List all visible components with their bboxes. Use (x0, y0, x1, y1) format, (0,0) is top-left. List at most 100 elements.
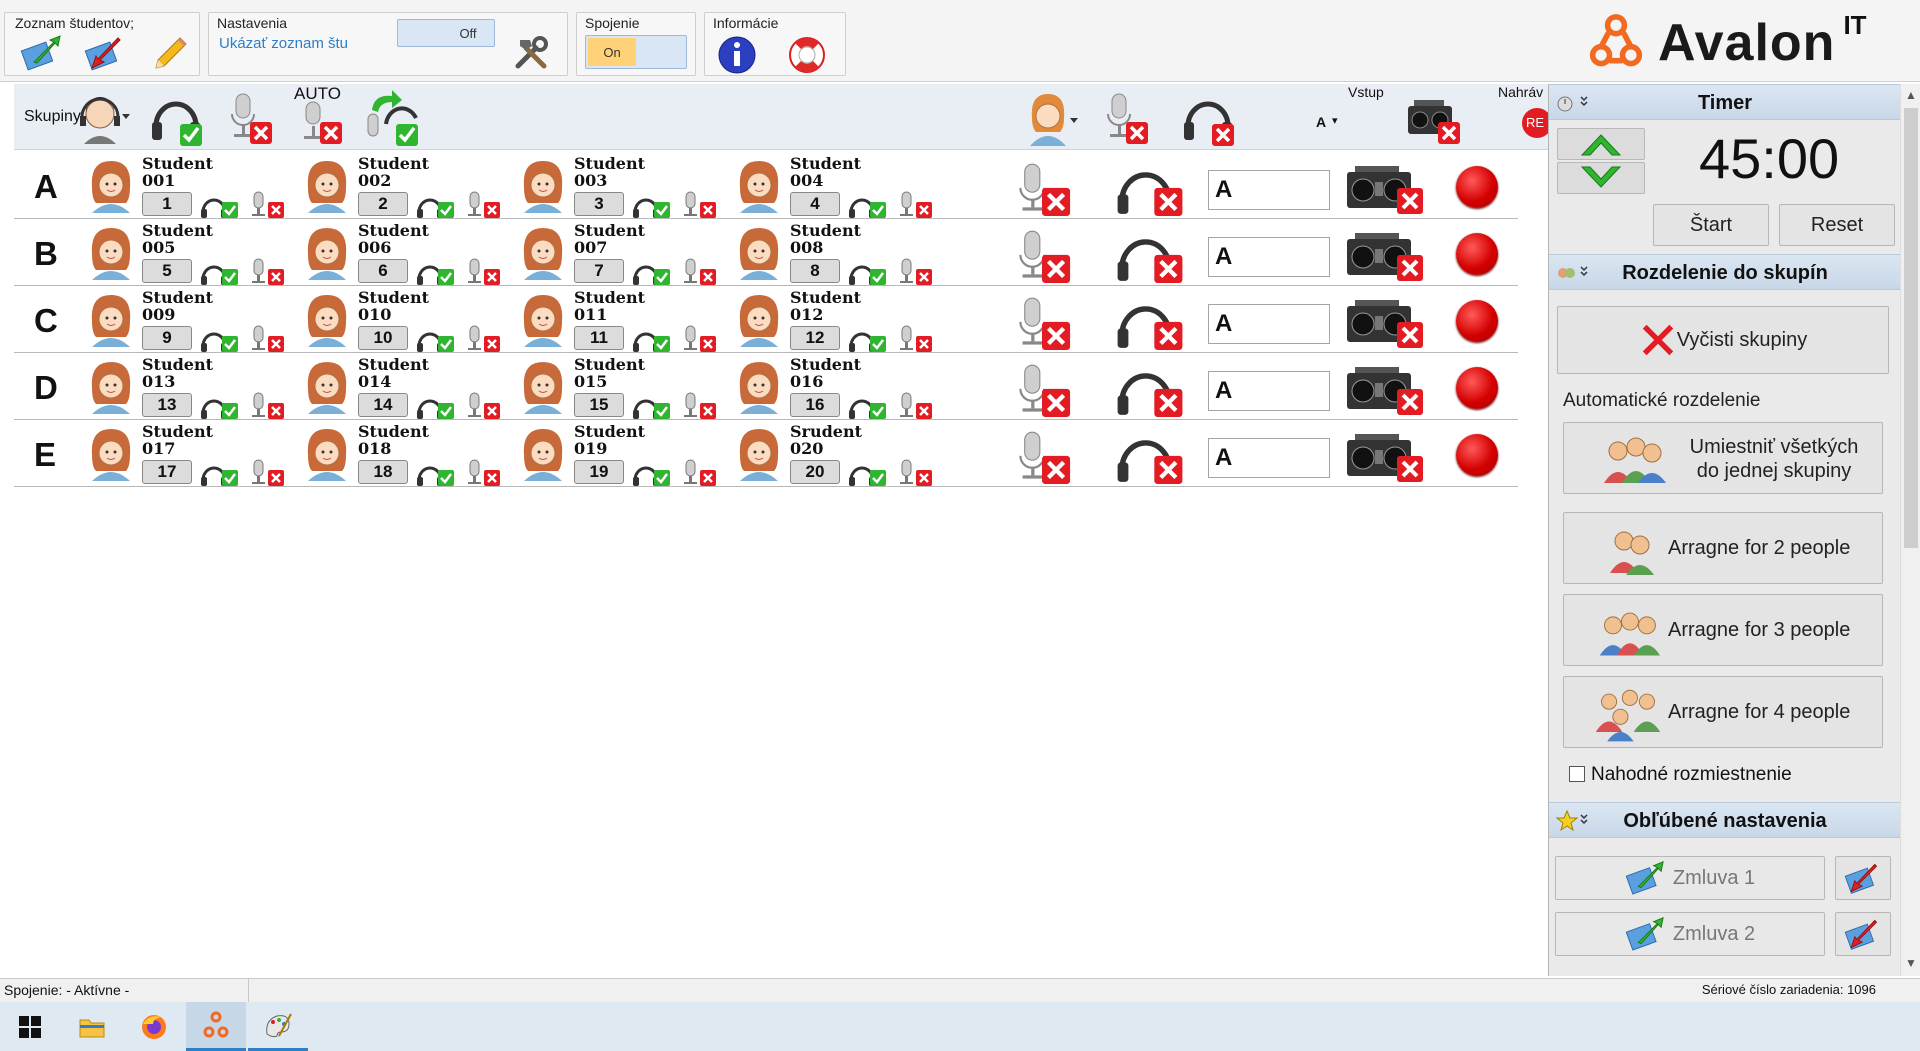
timer-reset-button[interactable]: Reset (1779, 204, 1895, 246)
student-avatar-icon[interactable] (304, 427, 350, 481)
arrange-2-button[interactable]: Arragne for 2 people (1563, 512, 1883, 584)
group-input-field[interactable]: A (1208, 438, 1330, 478)
group-record-button[interactable] (1456, 434, 1498, 476)
student-avatar-icon[interactable] (736, 226, 782, 280)
group-headphones-disabled-icon[interactable] (1112, 162, 1188, 216)
scroll-up-icon[interactable]: ▲ (1905, 88, 1917, 102)
call-forward-enabled-icon[interactable] (364, 88, 422, 146)
group-recorder-disabled-icon[interactable] (1344, 430, 1426, 484)
student-headphones-enabled-icon[interactable] (632, 391, 672, 419)
student-headphones-enabled-icon[interactable] (416, 190, 456, 218)
file-explorer-icon[interactable] (62, 1002, 122, 1051)
student-avatar-icon[interactable] (736, 360, 782, 414)
student-headphones-enabled-icon[interactable] (632, 324, 672, 352)
student-avatar-icon[interactable] (88, 226, 134, 280)
student-mic-disabled-icon[interactable] (894, 458, 934, 486)
windows-start-icon[interactable] (0, 1002, 60, 1051)
student-cell[interactable]: Student 010 10 (304, 289, 514, 352)
student-cell[interactable]: Student 007 7 (520, 222, 730, 285)
group-record-button[interactable] (1456, 233, 1498, 275)
export-list-icon[interactable] (83, 31, 127, 75)
student-headphones-enabled-icon[interactable] (416, 257, 456, 285)
student-cell[interactable]: Student 019 19 (520, 423, 730, 486)
lifebuoy-icon[interactable] (785, 31, 829, 75)
student-headphones-enabled-icon[interactable] (848, 257, 888, 285)
student-avatar-icon[interactable] (520, 226, 566, 280)
student-avatar-icon[interactable] (88, 360, 134, 414)
arrange-4-button[interactable]: Arragne for 4 people (1563, 676, 1883, 748)
paint-app-icon[interactable] (248, 1002, 308, 1051)
show-list-toggle[interactable]: Off (397, 19, 495, 47)
student-mic-disabled-icon[interactable] (246, 391, 286, 419)
pencil-icon[interactable] (147, 31, 191, 75)
group-headphones-disabled-icon[interactable] (1112, 296, 1188, 350)
student-avatar-icon[interactable] (88, 159, 134, 213)
student-mic-disabled-icon[interactable] (678, 324, 718, 352)
group-record-button[interactable] (1456, 300, 1498, 342)
connection-toggle[interactable]: On (585, 35, 687, 69)
student-cell[interactable]: Student 016 16 (736, 356, 946, 419)
group-recorder-disabled-icon[interactable] (1344, 363, 1426, 417)
student-avatar-icon[interactable] (304, 226, 350, 280)
student-mic-disabled-icon[interactable] (894, 324, 934, 352)
timer-start-button[interactable]: Štart (1653, 204, 1769, 246)
student-avatar-icon[interactable] (88, 293, 134, 347)
student-avatar-icon[interactable] (736, 293, 782, 347)
grouping-header[interactable]: Rozdelenie do skupín (1549, 254, 1901, 290)
student-headphones-enabled-icon[interactable] (200, 257, 240, 285)
favorite-save-button-2[interactable] (1835, 912, 1891, 956)
favorite-save-button-1[interactable] (1835, 856, 1891, 900)
arrange-3-button[interactable]: Arragne for 3 people (1563, 594, 1883, 666)
student-cell[interactable]: Student 006 6 (304, 222, 514, 285)
student-avatar-icon[interactable] (304, 360, 350, 414)
group-recorder-disabled-icon[interactable] (1344, 296, 1426, 350)
student-headphones-enabled-icon[interactable] (848, 391, 888, 419)
group-mic-disabled-icon[interactable] (1010, 296, 1074, 350)
student-headphones-enabled-icon[interactable] (200, 458, 240, 486)
student-headphones-disabled-icon[interactable] (1180, 88, 1238, 146)
group-record-button[interactable] (1456, 166, 1498, 208)
group-mic-disabled-icon[interactable] (1010, 229, 1074, 283)
group-record-button[interactable] (1456, 367, 1498, 409)
student-cell[interactable]: Student 008 8 (736, 222, 946, 285)
student-avatar-icon[interactable] (736, 427, 782, 481)
student-mic-disabled-icon[interactable] (894, 391, 934, 419)
student-headphones-enabled-icon[interactable] (416, 324, 456, 352)
microphone-disabled-icon[interactable] (222, 88, 280, 146)
student-microphone-disabled-icon[interactable] (1098, 88, 1156, 146)
group-mic-disabled-icon[interactable] (1010, 162, 1074, 216)
student-cell[interactable]: Student 003 3 (520, 155, 730, 218)
firefox-icon[interactable] (124, 1002, 184, 1051)
student-headphones-enabled-icon[interactable] (200, 324, 240, 352)
info-icon[interactable] (715, 31, 759, 75)
auto-microphone-disabled-icon[interactable] (292, 88, 350, 146)
student-cell[interactable]: Student 014 14 (304, 356, 514, 419)
student-mic-disabled-icon[interactable] (246, 324, 286, 352)
scroll-thumb[interactable] (1904, 108, 1918, 548)
student-avatar-icon[interactable] (520, 293, 566, 347)
student-headphones-enabled-icon[interactable] (848, 324, 888, 352)
panel-scrollbar[interactable]: ▲ ▼ (1900, 84, 1920, 976)
student-mic-disabled-icon[interactable] (246, 458, 286, 486)
student-mic-disabled-icon[interactable] (894, 190, 934, 218)
student-headphones-enabled-icon[interactable] (632, 257, 672, 285)
clear-groups-button[interactable]: Vyčisti skupiny (1557, 306, 1889, 374)
student-headphones-enabled-icon[interactable] (848, 190, 888, 218)
teacher-headset-dropdown-icon[interactable] (76, 88, 134, 146)
student-mic-disabled-icon[interactable] (678, 458, 718, 486)
student-cell[interactable]: Student 013 13 (88, 356, 298, 419)
student-headphones-enabled-icon[interactable] (200, 391, 240, 419)
import-list-icon[interactable] (19, 31, 63, 75)
student-avatar-icon[interactable] (520, 360, 566, 414)
student-mic-disabled-icon[interactable] (246, 257, 286, 285)
input-select-chevron-icon[interactable]: ▾ (1332, 114, 1338, 127)
student-avatar-icon[interactable] (520, 159, 566, 213)
student-cell[interactable]: Student 001 1 (88, 155, 298, 218)
timer-down-button[interactable] (1557, 162, 1645, 194)
student-cell[interactable]: Student 009 9 (88, 289, 298, 352)
headphones-enabled-icon[interactable] (148, 88, 206, 146)
group-mic-disabled-icon[interactable] (1010, 430, 1074, 484)
student-mic-disabled-icon[interactable] (462, 458, 502, 486)
scroll-down-icon[interactable]: ▼ (1905, 956, 1917, 970)
student-mic-disabled-icon[interactable] (678, 190, 718, 218)
